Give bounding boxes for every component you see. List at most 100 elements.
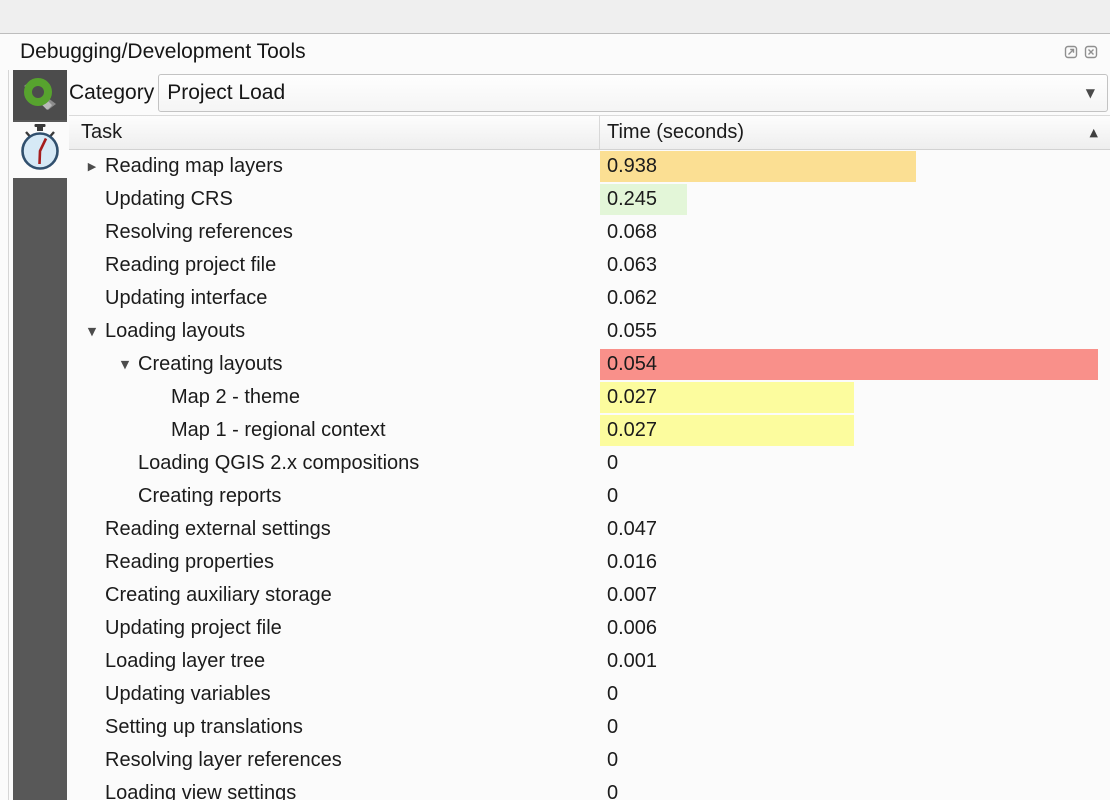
sort-ascending-icon: ▲ (1090, 126, 1098, 139)
time-cell: 0.027 (600, 381, 1110, 414)
time-value: 0.062 (600, 282, 657, 315)
time-cell: 0.068 (600, 216, 1110, 249)
table-row[interactable]: Loading QGIS 2.x compositions 0 (69, 447, 1110, 480)
task-label: Resolving references (105, 221, 293, 244)
task-cell: Updating interface (69, 282, 600, 315)
column-header-task[interactable]: Task (69, 116, 600, 149)
task-label: Setting up translations (105, 716, 303, 739)
qgis-window: Debugging/Development Tools (0, 0, 1110, 800)
tool-tab-strip (13, 70, 67, 800)
dock-buttons (1063, 45, 1098, 60)
profile-table: Task Time (seconds) ▲ ▶Reading map layer… (69, 115, 1110, 800)
time-cell: 0.055 (600, 315, 1110, 348)
task-cell: ▼Creating layouts (69, 348, 600, 381)
time-value: 0.027 (600, 414, 657, 447)
task-tree: ▶Reading map layers 0.938Updating CRS0.24… (69, 150, 1110, 800)
table-row[interactable]: Resolving layer references 0 (69, 744, 1110, 777)
time-value: 0.063 (600, 249, 657, 282)
tab-profiler[interactable] (13, 122, 67, 178)
task-label: Map 2 - theme (171, 386, 300, 409)
time-cell: 0.063 (600, 249, 1110, 282)
branch-expanded-icon[interactable]: ▼ (112, 358, 138, 371)
table-row[interactable]: Reading project file 0.063 (69, 249, 1110, 282)
time-value: 0.245 (600, 183, 657, 216)
profiler-main: Category Project Load ▼ Task Time (secon… (69, 70, 1110, 800)
time-cell: 0 (600, 711, 1110, 744)
task-label: Reading properties (105, 551, 274, 574)
task-label: Resolving layer references (105, 749, 342, 772)
panel-title: Debugging/Development Tools (20, 40, 1063, 64)
time-value: 0 (600, 447, 618, 480)
time-value: 0.068 (600, 216, 657, 249)
task-label: Loading layouts (105, 320, 245, 343)
task-label: Updating variables (105, 683, 271, 706)
category-select[interactable]: Project Load ▼ (158, 74, 1108, 112)
time-value: 0.054 (600, 348, 657, 381)
table-row[interactable]: ▼Creating layouts0.054 (69, 348, 1110, 381)
table-header: Task Time (seconds) ▲ (69, 115, 1110, 150)
task-label: Loading view settings (105, 782, 296, 800)
task-cell: Loading layer tree (69, 645, 600, 678)
dock-titlebar: Debugging/Development Tools (0, 34, 1110, 70)
table-row[interactable]: Map 1 - regional context 0.027 (69, 414, 1110, 447)
task-cell: Creating auxiliary storage (69, 579, 600, 612)
column-header-task-label: Task (81, 121, 122, 144)
time-value: 0.006 (600, 612, 657, 645)
table-row[interactable]: Updating project file0.006 (69, 612, 1110, 645)
table-row[interactable]: Creating auxiliary storage0.007 (69, 579, 1110, 612)
table-row[interactable]: Updating variables 0 (69, 678, 1110, 711)
task-cell: Resolving references (69, 216, 600, 249)
task-label: Reading external settings (105, 518, 331, 541)
task-label: Map 1 - regional context (171, 419, 386, 442)
branch-expanded-icon[interactable]: ▼ (79, 325, 105, 338)
float-panel-icon[interactable] (1063, 45, 1078, 60)
time-cell: 0.245 (600, 183, 1110, 216)
time-cell: 0.007 (600, 579, 1110, 612)
time-value: 0.007 (600, 579, 657, 612)
time-cell: 0.054 (600, 348, 1110, 381)
column-header-time[interactable]: Time (seconds) ▲ (600, 116, 1110, 149)
table-row[interactable]: Loading layer tree0.001 (69, 645, 1110, 678)
time-cell: 0 (600, 480, 1110, 513)
table-row[interactable]: ▶Reading map layers 0.938 (69, 150, 1110, 183)
category-label: Category (69, 81, 154, 105)
time-cell: 0 (600, 744, 1110, 777)
task-cell: Reading properties (69, 546, 600, 579)
task-cell: Loading view settings (69, 777, 600, 800)
table-row[interactable]: Resolving references 0.068 (69, 216, 1110, 249)
table-row[interactable]: Reading properties 0.016 (69, 546, 1110, 579)
task-cell: Updating variables (69, 678, 600, 711)
chevron-down-icon: ▼ (1086, 86, 1095, 100)
table-row[interactable]: Updating interface0.062 (69, 282, 1110, 315)
time-bar (600, 349, 1098, 380)
column-header-time-label: Time (seconds) (607, 121, 744, 144)
task-cell: Loading QGIS 2.x compositions (69, 447, 600, 480)
time-cell: 0.006 (600, 612, 1110, 645)
time-cell: 0.016 (600, 546, 1110, 579)
task-label: Reading map layers (105, 155, 283, 178)
table-row[interactable]: Updating CRS0.245 (69, 183, 1110, 216)
task-label: Reading project file (105, 254, 276, 277)
panel-body: Category Project Load ▼ Task Time (secon… (8, 70, 1110, 800)
close-panel-icon[interactable] (1083, 45, 1098, 60)
time-cell: 0 (600, 777, 1110, 800)
table-row[interactable]: ▼Loading layouts 0.055 (69, 315, 1110, 348)
time-value: 0.001 (600, 645, 657, 678)
workspace-top-band (0, 0, 1110, 34)
branch-collapsed-icon[interactable]: ▶ (79, 160, 105, 173)
table-row[interactable]: Reading external settings 0.047 (69, 513, 1110, 546)
time-value: 0.016 (600, 546, 657, 579)
time-value: 0.938 (600, 150, 657, 183)
table-row[interactable]: Setting up translations 0 (69, 711, 1110, 744)
table-row[interactable]: Creating reports0 (69, 480, 1110, 513)
table-row[interactable]: Map 2 - theme 0.027 (69, 381, 1110, 414)
table-row[interactable]: Loading view settings 0 (69, 777, 1110, 800)
time-cell: 0.047 (600, 513, 1110, 546)
time-value: 0 (600, 480, 618, 513)
stopwatch-icon (17, 123, 63, 178)
time-cell: 0.027 (600, 414, 1110, 447)
time-value: 0 (600, 678, 618, 711)
task-label: Loading QGIS 2.x compositions (138, 452, 419, 475)
time-cell: 0 (600, 678, 1110, 711)
task-cell: Reading project file (69, 249, 600, 282)
